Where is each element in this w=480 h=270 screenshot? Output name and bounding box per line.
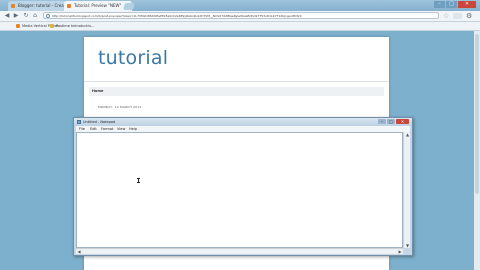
window-maximize-button[interactable]: □	[446, 1, 457, 8]
page-scroll-thumb[interactable]	[475, 34, 479, 194]
notepad-icon	[77, 120, 81, 124]
bookmark-favicon-icon	[50, 24, 54, 28]
bookmark-favicon-icon	[16, 24, 20, 28]
blogger-favicon-icon	[11, 4, 15, 8]
notepad-text-area[interactable]	[76, 132, 403, 248]
reload-button[interactable]: ↻	[22, 12, 30, 20]
notepad-close-button[interactable]: ✕	[396, 119, 409, 124]
tab-label: Blogger: tutorial - Crea	[18, 3, 64, 8]
text-cursor-icon	[137, 178, 140, 183]
forward-button[interactable]: ▶	[12, 12, 20, 20]
window-minimize-button[interactable]: –	[434, 1, 445, 8]
scroll-left-icon[interactable]: ◀	[76, 249, 82, 255]
back-button[interactable]: ◀	[3, 12, 11, 20]
address-bar[interactable]: http://tutorialitiv.blogspot.com/b/post-…	[43, 12, 439, 19]
notepad-vertical-scrollbar[interactable]: ▲ ▼	[403, 132, 410, 248]
blog-nav-bar: Home	[89, 87, 384, 96]
scroll-up-icon[interactable]: ▲	[404, 132, 411, 137]
notepad-title: Untitled - Notepad	[83, 120, 116, 124]
scroll-right-icon[interactable]: ▶	[397, 249, 403, 255]
bookmarks-bar: Media Vertical Power... Postime teknotur…	[0, 22, 480, 31]
notepad-window: Untitled - Notepad – □ ✕ File Edit Forma…	[73, 117, 413, 256]
bookmark-label: Postime teknoturkiu...	[56, 24, 95, 28]
wrench-icon[interactable]: ⚙	[466, 12, 472, 20]
tab-blogger[interactable]: Blogger: tutorial - Crea ✕	[8, 1, 72, 11]
notepad-horizontal-scrollbar[interactable]: ◀ ▶	[76, 248, 403, 254]
page-menu-button[interactable]	[453, 13, 462, 19]
blog-page-footer	[84, 262, 389, 270]
notepad-titlebar[interactable]: Untitled - Notepad – □ ✕	[74, 118, 412, 126]
new-tab-button[interactable]	[123, 3, 135, 10]
globe-icon	[46, 14, 50, 18]
scroll-down-icon[interactable]: ▼	[404, 243, 411, 248]
browser-toolbar: ◀ ▶ ↻ ⌂ http://tutorialitiv.blogspot.com…	[0, 11, 480, 22]
tab-preview[interactable]: Tutorial: Preview "NEW" ✕	[64, 1, 132, 11]
blog-title[interactable]: tutorial	[98, 47, 168, 69]
tab-label: Tutorial: Preview "NEW"	[74, 3, 122, 8]
header-divider	[84, 81, 389, 82]
address-bar-url: http://tutorialitiv.blogspot.com/b/post-…	[52, 14, 302, 18]
nav-home-link[interactable]: Home	[92, 87, 103, 96]
bookmark-star-icon[interactable]: ☆	[443, 12, 449, 20]
notepad-maximize-button[interactable]: □	[387, 119, 395, 124]
home-button[interactable]: ⌂	[31, 12, 39, 20]
post-date: MONDAY, 14 MARCH 2011	[98, 105, 142, 109]
notepad-minimize-button[interactable]: –	[378, 119, 386, 124]
window-close-button[interactable]: ✕	[458, 1, 476, 8]
bookmark-item[interactable]: Postime teknoturkiu...	[50, 22, 94, 30]
browser-tabstrip: Blogger: tutorial - Crea ✕ Tutorial: Pre…	[0, 0, 480, 11]
blogger-favicon-icon	[67, 4, 71, 8]
